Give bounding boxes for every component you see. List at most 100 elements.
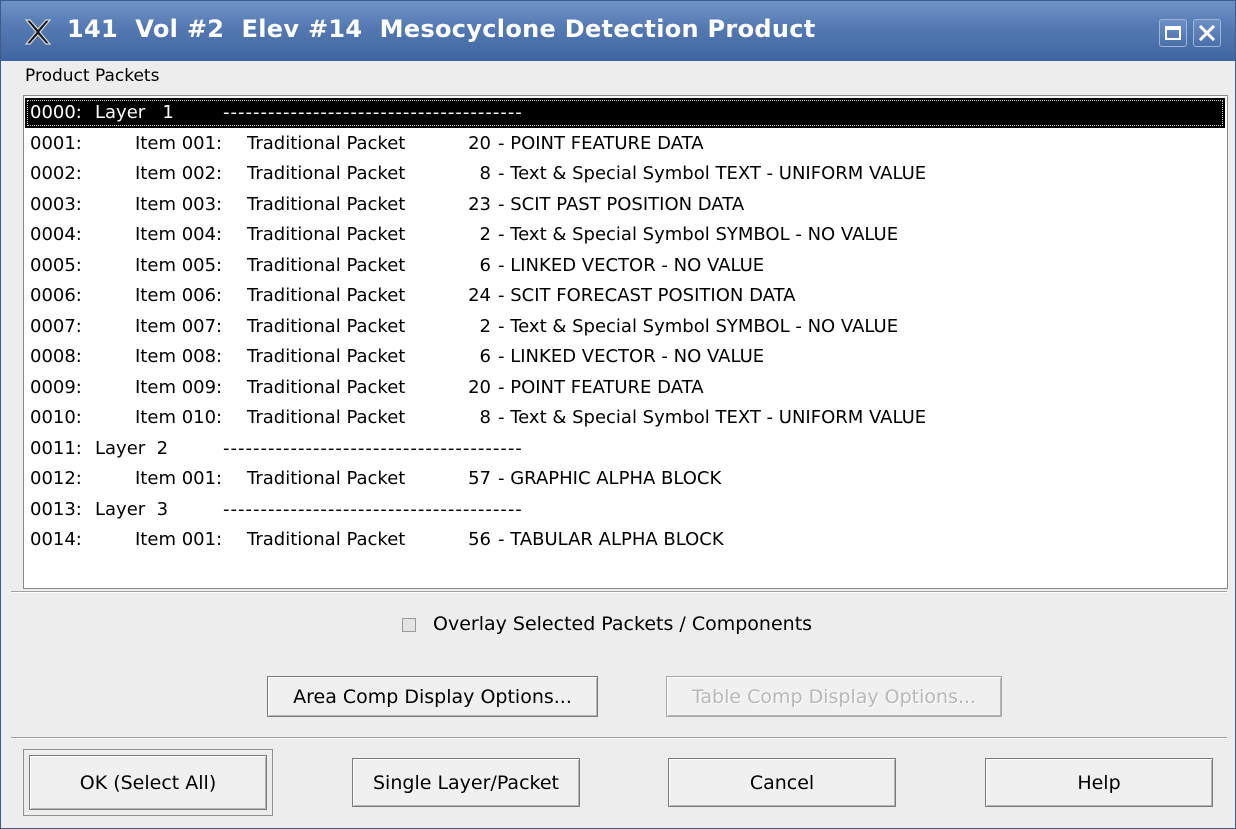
layer-row[interactable]: 0000: Layer 1 ----------------------------…: [25, 98, 1225, 128]
row-number: 0003:: [30, 193, 82, 215]
packet-code: 8: [479, 163, 491, 184]
packet-code: 56: [468, 529, 491, 550]
packet-code: 20: [468, 376, 491, 398]
single-layer-packet-button[interactable]: Single Layer/Packet: [352, 758, 580, 807]
packet-row[interactable]: 0005: Item 005: Traditional Packet 6 - LINKE…: [25, 251, 1225, 281]
packet-row[interactable]: 0004: Item 004: Traditional Packet 2 - Text …: [25, 220, 1225, 250]
packet-code: 2: [479, 315, 491, 337]
title-bar[interactable]: 141 Vol #2 Elev #14 Mesocyclone Detectio…: [1, 1, 1235, 61]
ok-select-all-button[interactable]: OK (Select All): [29, 755, 267, 810]
row-number: 0001:: [30, 132, 82, 154]
packet-row[interactable]: 0002: Item 002: Traditional Packet 8 - Text …: [25, 159, 1225, 189]
row-number: 0004:: [30, 224, 82, 245]
overlay-checkbox[interactable]: [402, 618, 416, 632]
item-label: Item 004:: [135, 224, 223, 245]
packet-type: Traditional Packet: [247, 285, 406, 306]
packet-description: - Text & Special Symbol SYMBOL - NO VALU…: [498, 315, 899, 337]
packet-type: Traditional Packet: [247, 315, 406, 337]
layer-row[interactable]: 0013: Layer 3 ----------------------------…: [25, 495, 1225, 525]
packet-description: - Text & Special Symbol TEXT - UNIFORM V…: [498, 163, 927, 184]
maximize-button[interactable]: [1159, 19, 1187, 47]
dialog-window: 141 Vol #2 Elev #14 Mesocyclone Detectio…: [0, 0, 1236, 829]
close-button[interactable]: [1193, 19, 1221, 47]
item-label: Item 001:: [135, 529, 223, 550]
item-label: Item 003:: [135, 193, 223, 215]
packet-type: Traditional Packet: [247, 163, 406, 184]
packet-code: 20: [468, 132, 491, 154]
packet-type: Traditional Packet: [247, 376, 406, 398]
packet-type: Traditional Packet: [247, 132, 406, 154]
row-number: 0011:: [30, 437, 82, 459]
packet-row[interactable]: 0012: Item 001: Traditional Packet 57 - GRAP…: [25, 464, 1225, 494]
layer-separator: ----------------------------------------: [223, 437, 523, 459]
packet-type: Traditional Packet: [247, 254, 406, 276]
item-label: Item 005:: [135, 254, 223, 276]
window-title: 141 Vol #2 Elev #14 Mesocyclone Detectio…: [67, 15, 816, 43]
layer-separator: ----------------------------------------: [223, 102, 523, 123]
packet-type: Traditional Packet: [247, 193, 406, 215]
packet-row[interactable]: 0003: Item 003: Traditional Packet 23 - SCIT…: [25, 190, 1225, 220]
row-number: 0013:: [30, 498, 82, 520]
packet-row[interactable]: 0001: Item 001: Traditional Packet 20 - POIN…: [25, 129, 1225, 159]
row-number: 0014:: [30, 529, 82, 550]
x-icon[interactable]: [23, 17, 53, 47]
layer-label: Layer 3: [95, 498, 169, 520]
layer-label: Layer 2: [95, 437, 169, 459]
row-number: 0009:: [30, 376, 82, 398]
maximize-icon: [1165, 26, 1181, 40]
table-comp-options-button[interactable]: Table Comp Display Options...: [666, 676, 1002, 717]
row-number: 0000:: [30, 102, 82, 123]
packet-code: 2: [479, 224, 491, 245]
row-number: 0005:: [30, 254, 82, 276]
packet-code: 6: [479, 346, 491, 367]
item-label: Item 007:: [135, 315, 223, 337]
packet-list[interactable]: 0000: Layer 1 ----------------------------…: [23, 95, 1228, 589]
packet-description: - GRAPHIC ALPHA BLOCK: [498, 468, 722, 489]
packet-type: Traditional Packet: [247, 529, 406, 550]
ok-select-all-frame[interactable]: OK (Select All): [23, 749, 273, 816]
row-number: 0012:: [30, 468, 82, 489]
packet-type: Traditional Packet: [247, 346, 406, 367]
item-label: Item 001:: [135, 468, 223, 489]
packet-code: 57: [468, 468, 491, 489]
packet-code: 23: [468, 193, 491, 215]
item-label: Item 002:: [135, 163, 223, 184]
layer-row[interactable]: 0011: Layer 2 ----------------------------…: [25, 434, 1225, 464]
item-label: Item 006:: [135, 285, 223, 306]
packet-description: - POINT FEATURE DATA: [498, 132, 704, 154]
packet-description: - LINKED VECTOR - NO VALUE: [498, 254, 765, 276]
packet-row[interactable]: 0009: Item 009: Traditional Packet 20 - POIN…: [25, 373, 1225, 403]
packet-description: - SCIT PAST POSITION DATA: [498, 193, 745, 215]
cancel-button[interactable]: Cancel: [668, 758, 896, 807]
row-number: 0007:: [30, 315, 82, 337]
item-label: Item 008:: [135, 346, 223, 367]
overlay-label: Overlay Selected Packets / Components: [433, 613, 813, 635]
packet-row[interactable]: 0010: Item 010: Traditional Packet 8 - Text …: [25, 403, 1225, 433]
row-number: 0006:: [30, 285, 82, 306]
row-number: 0008:: [30, 346, 82, 367]
packet-description: - Text & Special Symbol SYMBOL - NO VALU…: [498, 224, 899, 245]
area-comp-options-button[interactable]: Area Comp Display Options...: [267, 676, 598, 717]
divider: [11, 591, 1227, 593]
packet-row[interactable]: 0007: Item 007: Traditional Packet 2 - Text …: [25, 312, 1225, 342]
row-number: 0010:: [30, 407, 82, 428]
layer-separator: ----------------------------------------: [223, 498, 523, 520]
item-label: Item 001:: [135, 132, 223, 154]
packet-row[interactable]: 0006: Item 006: Traditional Packet 24 - SCIT…: [25, 281, 1225, 311]
packet-row[interactable]: 0008: Item 008: Traditional Packet 6 - LINKE…: [25, 342, 1225, 372]
item-label: Item 010:: [135, 407, 223, 428]
packet-code: 24: [468, 285, 491, 306]
section-label: Product Packets: [25, 66, 160, 86]
layer-label: Layer 1: [95, 102, 174, 123]
close-icon: [1198, 24, 1216, 42]
divider: [11, 737, 1227, 739]
packet-code: 8: [479, 407, 491, 428]
item-label: Item 009:: [135, 376, 223, 398]
help-button[interactable]: Help: [985, 758, 1213, 807]
packet-description: - SCIT FORECAST POSITION DATA: [498, 285, 796, 306]
packet-type: Traditional Packet: [247, 224, 406, 245]
packet-row[interactable]: 0014: Item 001: Traditional Packet 56 - TABU…: [25, 525, 1225, 555]
packet-code: 6: [479, 254, 491, 276]
packet-type: Traditional Packet: [247, 468, 406, 489]
packet-description: - LINKED VECTOR - NO VALUE: [498, 346, 765, 367]
